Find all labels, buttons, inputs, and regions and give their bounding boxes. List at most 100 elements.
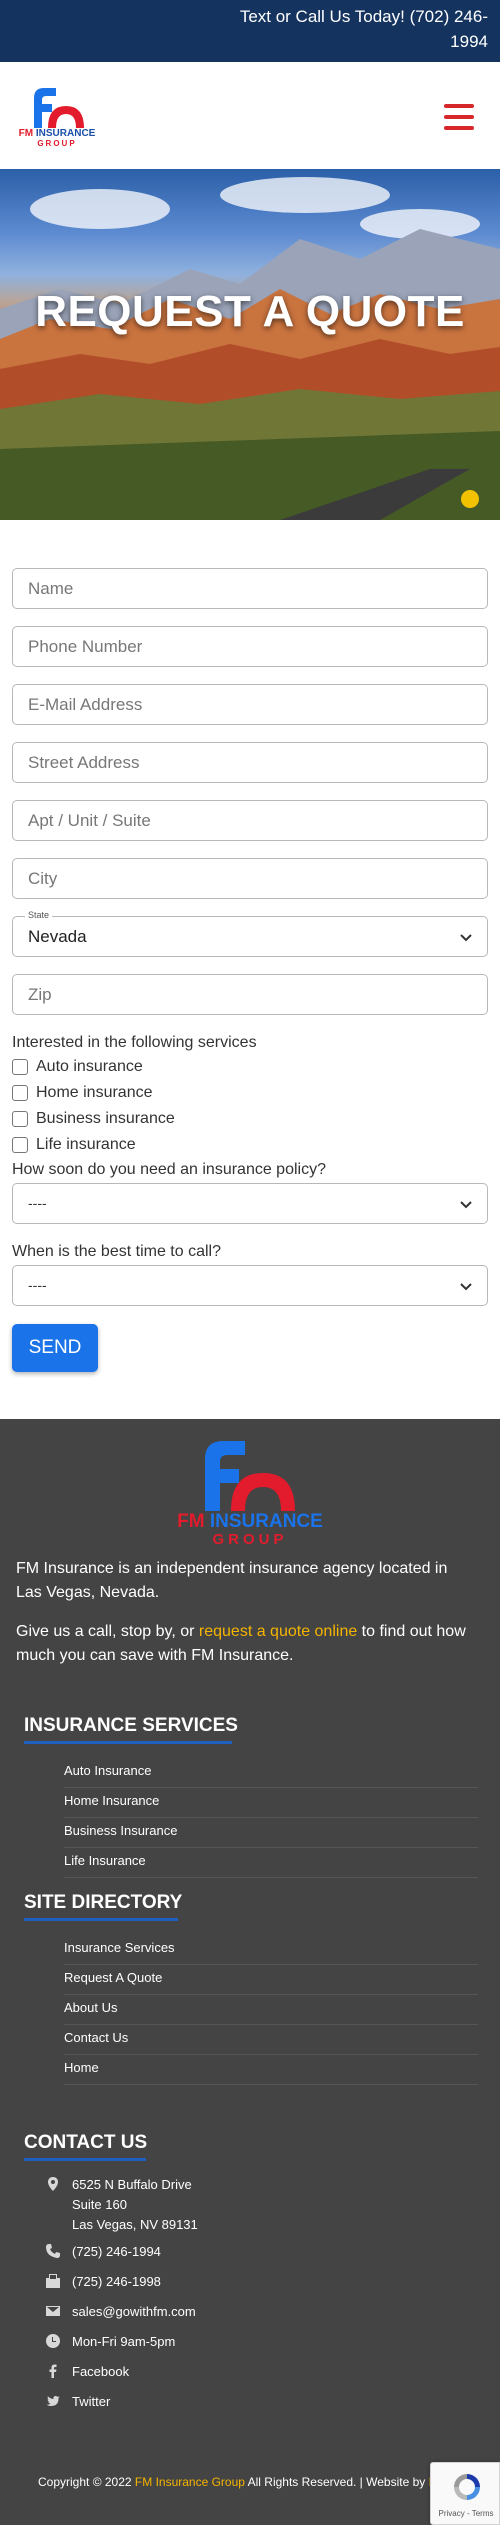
facebook-icon <box>49 2364 57 2378</box>
phone-number[interactable]: (725) 246-1994 <box>72 2242 161 2262</box>
footer-logo[interactable]: FM INSURANCE GROUP <box>165 1437 335 1549</box>
city-input[interactable] <box>13 859 487 898</box>
send-button[interactable]: SEND <box>12 1324 98 1372</box>
name-input[interactable] <box>13 569 487 608</box>
checkbox[interactable] <box>12 1085 28 1101</box>
contact-us-heading: CONTACT US <box>24 2132 148 2153</box>
footer-link-insurance-services[interactable]: Insurance Services <box>64 1935 478 1965</box>
street-address-field[interactable] <box>12 742 488 783</box>
checkbox[interactable] <box>12 1111 28 1127</box>
twitter-row[interactable]: Twitter <box>46 2392 466 2412</box>
service-checkbox-home[interactable]: Home insurance <box>12 1084 153 1102</box>
phone-field[interactable] <box>12 626 488 667</box>
checkbox[interactable] <box>12 1059 28 1075</box>
checkbox[interactable] <box>12 1137 28 1153</box>
hours-row: Mon-Fri 9am-5pm <box>46 2332 466 2352</box>
phone-input[interactable] <box>13 627 487 666</box>
how-soon-select[interactable]: ---- <box>12 1183 488 1224</box>
footer-link-home-page[interactable]: Home <box>64 2055 478 2085</box>
about-text: FM Insurance is an independent insurance… <box>16 1560 448 1601</box>
zip-input[interactable] <box>13 975 487 1014</box>
hero-banner: REQUEST A QUOTE <box>0 169 500 520</box>
footer-link-contact[interactable]: Contact Us <box>64 2025 478 2055</box>
how-soon-value: ---- <box>28 1195 47 1211</box>
hamburger-menu-icon[interactable] <box>444 104 474 130</box>
footer-link-home[interactable]: Home Insurance <box>64 1788 478 1818</box>
street-address-input[interactable] <box>13 743 487 782</box>
fm-logo-mark <box>205 1441 295 1511</box>
site-directory-heading: SITE DIRECTORY <box>24 1892 183 1913</box>
fax-number: (725) 246-1998 <box>72 2274 161 2289</box>
state-value: Nevada <box>28 927 87 946</box>
email-input[interactable] <box>13 685 487 724</box>
address-line-3: Las Vegas, NV 89131 <box>72 2217 198 2232</box>
best-time-label: When is the best time to call? <box>12 1243 221 1260</box>
email-field[interactable] <box>12 684 488 725</box>
footer-logo-subtitle: GROUP <box>212 1531 288 1548</box>
best-time-value: ---- <box>28 1277 47 1293</box>
cta-text: Give us a call, stop by, or request a qu… <box>16 1623 466 1664</box>
top-bar: Text or Call Us Today! (702) 246-1994 <box>0 0 500 62</box>
call-us-text[interactable]: Text or Call Us Today! (702) 246-1994 <box>238 4 488 54</box>
checkbox-label: Auto insurance <box>36 1058 143 1075</box>
heading-underline <box>24 1741 232 1744</box>
footer-link-business[interactable]: Business Insurance <box>64 1818 478 1848</box>
site-header: FM INSURANCE GROUP <box>0 62 500 169</box>
envelope-icon <box>46 2306 60 2316</box>
state-label: State <box>25 910 53 920</box>
chevron-down-icon <box>460 1283 472 1291</box>
clock-icon <box>46 2334 60 2348</box>
map-marker-icon <box>48 2177 58 2191</box>
address-line-1: 6525 N Buffalo Drive <box>72 2177 192 2192</box>
fax-icon <box>46 2274 60 2288</box>
logo-subtitle: GROUP <box>37 139 77 148</box>
chevron-down-icon <box>460 1201 472 1209</box>
facebook-row[interactable]: Facebook <box>46 2362 466 2382</box>
footer-link-about[interactable]: About Us <box>64 1995 478 2025</box>
email-row[interactable]: sales@gowithfm.com <box>46 2302 466 2322</box>
heading-underline <box>24 1918 178 1921</box>
recaptcha-icon <box>454 2474 480 2500</box>
twitter-link[interactable]: Twitter <box>72 2392 110 2412</box>
chevron-down-icon <box>460 934 472 942</box>
apt-field[interactable] <box>12 800 488 841</box>
phone-icon <box>46 2244 60 2258</box>
email-address[interactable]: sales@gowithfm.com <box>72 2302 196 2322</box>
site-footer: FM INSURANCE GROUP FM Insurance is an in… <box>0 1419 500 2525</box>
service-checkbox-life[interactable]: Life insurance <box>12 1136 136 1154</box>
state-select[interactable]: State Nevada <box>12 910 488 957</box>
apt-input[interactable] <box>13 801 487 840</box>
city-field[interactable] <box>12 858 488 899</box>
recaptcha-badge[interactable]: Privacy - Terms <box>430 2462 500 2525</box>
recaptcha-terms[interactable]: Privacy - Terms <box>431 2509 500 2518</box>
logo-wordmark: FM INSURANCE <box>18 128 96 139</box>
zip-field[interactable] <box>12 974 488 1015</box>
services-label: Interested in the following services <box>12 1034 257 1051</box>
fm-logo[interactable]: FM INSURANCE GROUP <box>12 84 102 149</box>
checkbox-label: Home insurance <box>36 1084 153 1101</box>
copyright-text: Copyright © 2022 FM Insurance Group All … <box>38 2475 478 2489</box>
footer-link-life[interactable]: Life Insurance <box>64 1848 478 1878</box>
best-time-select[interactable]: ---- <box>12 1265 488 1306</box>
facebook-link[interactable]: Facebook <box>72 2362 129 2382</box>
address-row: 6525 N Buffalo Drive Suite 160 Las Vegas… <box>46 2175 466 2235</box>
request-quote-link[interactable]: request a quote online <box>199 1623 357 1640</box>
fax-row: (725) 246-1998 <box>46 2272 466 2292</box>
how-soon-label: How soon do you need an insurance policy… <box>12 1161 326 1178</box>
business-hours: Mon-Fri 9am-5pm <box>72 2334 176 2349</box>
footer-link-request-quote[interactable]: Request A Quote <box>64 1965 478 1995</box>
checkbox-label: Life insurance <box>36 1136 136 1153</box>
phone-row[interactable]: (725) 246-1994 <box>46 2242 466 2262</box>
checkbox-label: Business insurance <box>36 1110 175 1127</box>
desert-landscape-image <box>0 229 500 520</box>
twitter-icon <box>46 2396 60 2406</box>
name-field[interactable] <box>12 568 488 609</box>
fm-insurance-group-link[interactable]: FM Insurance Group <box>135 2475 245 2489</box>
insurance-services-heading: INSURANCE SERVICES <box>24 1715 238 1736</box>
footer-logo-wordmark: FM INSURANCE <box>177 1511 323 1532</box>
service-checkbox-auto[interactable]: Auto insurance <box>12 1058 143 1076</box>
footer-link-auto[interactable]: Auto Insurance <box>64 1758 478 1788</box>
service-checkbox-business[interactable]: Business insurance <box>12 1110 175 1128</box>
address-line-2: Suite 160 <box>72 2197 127 2212</box>
page-title: REQUEST A QUOTE <box>35 287 465 336</box>
